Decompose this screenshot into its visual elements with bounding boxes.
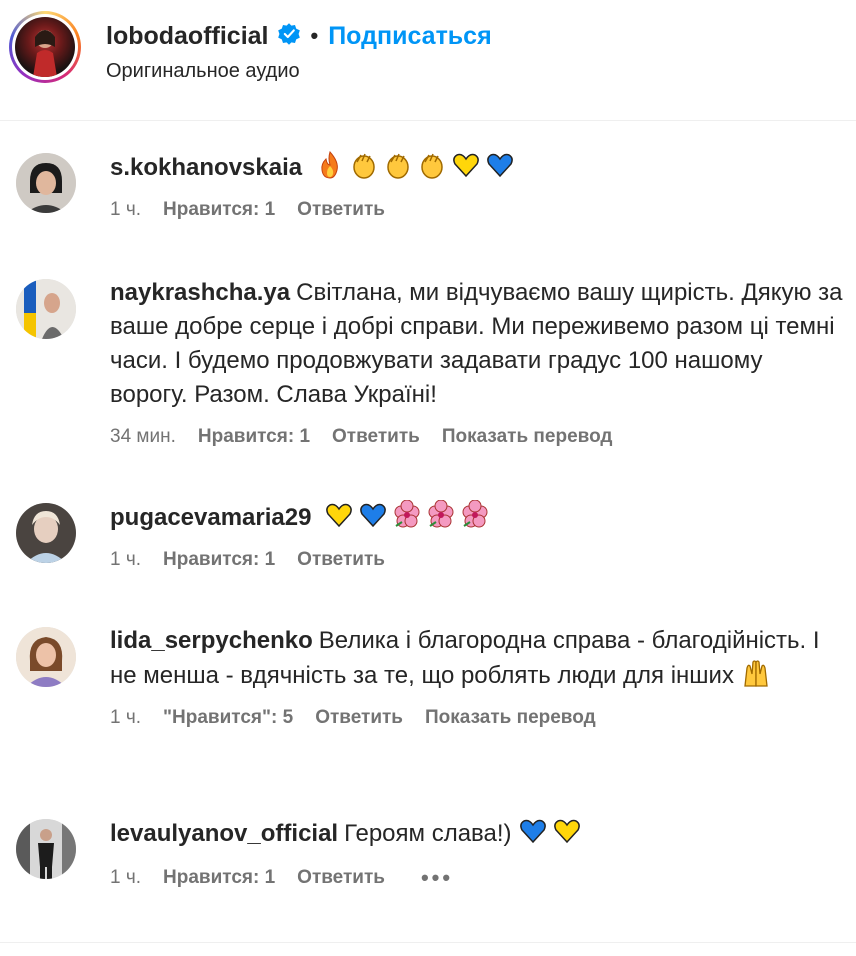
- like-count[interactable]: Нравится: 1: [163, 549, 275, 571]
- more-options-icon[interactable]: •••: [421, 865, 453, 891]
- clap-emoji-icon: [353, 153, 375, 179]
- comment-username[interactable]: levaulyanov_official: [110, 820, 338, 847]
- like-count[interactable]: Нравится: 1: [163, 199, 275, 221]
- blue-heart-emoji-icon: [360, 503, 387, 528]
- comment-username[interactable]: naykrashcha.ya: [110, 279, 290, 306]
- audio-link[interactable]: Оригинальное аудио: [106, 60, 300, 83]
- blue-heart-emoji-icon: [486, 153, 513, 178]
- like-count[interactable]: "Нравится": 5: [163, 707, 293, 729]
- raised-hands-emoji-icon: [743, 660, 768, 687]
- comment-time[interactable]: 1 ч.: [110, 707, 141, 729]
- hibiscus-emoji-icon: [394, 500, 420, 528]
- commenter-avatar[interactable]: [16, 627, 76, 687]
- reply-button[interactable]: Ответить: [297, 199, 385, 221]
- yellow-heart-emoji-icon: [554, 819, 581, 844]
- divider: [0, 120, 856, 121]
- commenter-avatar[interactable]: [16, 503, 76, 563]
- reply-button[interactable]: Ответить: [297, 549, 385, 571]
- owner-avatar[interactable]: [9, 11, 81, 83]
- divider: [0, 942, 856, 943]
- translate-button[interactable]: Показать перевод: [425, 707, 596, 729]
- separator-dot: •: [310, 23, 319, 48]
- owner-avatar-image: [15, 17, 75, 77]
- hibiscus-emoji-icon: [428, 500, 454, 528]
- comment-username[interactable]: lida_serpychenko: [110, 627, 313, 654]
- reply-button[interactable]: Ответить: [315, 707, 403, 729]
- subscribe-button[interactable]: Подписаться: [328, 22, 491, 51]
- reply-button[interactable]: Ответить: [297, 867, 385, 889]
- comment-time[interactable]: 1 ч.: [110, 199, 141, 221]
- fire-emoji-icon: [321, 151, 338, 179]
- blue-heart-emoji-icon: [520, 819, 547, 844]
- commenter-avatar[interactable]: [16, 153, 76, 213]
- post-header: lobodaofficial • Подписаться Оригинально…: [0, 0, 856, 120]
- clap-emoji-icon: [421, 153, 443, 179]
- clap-emoji-icon: [387, 153, 409, 179]
- comment-time[interactable]: 34 мин.: [110, 426, 176, 448]
- commenter-avatar[interactable]: [16, 819, 76, 879]
- like-count[interactable]: Нравится: 1: [198, 426, 310, 448]
- comment-text: Героям слава!): [344, 820, 512, 847]
- hibiscus-emoji-icon: [462, 500, 488, 528]
- commenter-avatar[interactable]: [16, 279, 76, 339]
- comment-time[interactable]: 1 ч.: [110, 867, 141, 889]
- translate-button[interactable]: Показать перевод: [442, 426, 613, 448]
- reply-button[interactable]: Ответить: [332, 426, 420, 448]
- yellow-heart-emoji-icon: [452, 153, 479, 178]
- comment-time[interactable]: 1 ч.: [110, 549, 141, 571]
- like-count[interactable]: Нравится: 1: [163, 867, 275, 889]
- verified-badge-icon: [277, 22, 301, 51]
- yellow-heart-emoji-icon: [326, 503, 353, 528]
- owner-username[interactable]: lobodaofficial: [106, 22, 269, 51]
- comment-username[interactable]: pugacevamaria29: [110, 504, 311, 531]
- comment-username[interactable]: s.kokhanovskaia: [110, 154, 302, 181]
